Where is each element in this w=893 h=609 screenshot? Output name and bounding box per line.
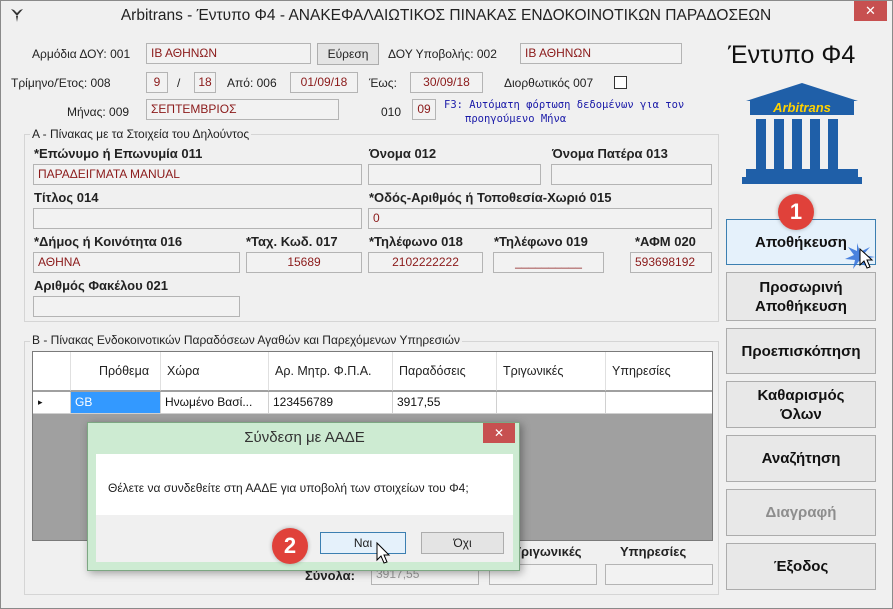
code010-label: 010 bbox=[381, 105, 402, 119]
first-name-field[interactable] bbox=[368, 164, 541, 185]
row-vat-cell[interactable]: 123456789 bbox=[269, 392, 393, 414]
street-label: *Οδός-Αριθμός ή Τοποθεσία-Χωριό 015 bbox=[369, 190, 612, 205]
code010-field[interactable]: 09 bbox=[412, 99, 436, 120]
afm-field[interactable]: 593698192 bbox=[630, 252, 712, 273]
exit-button[interactable]: Έξοδος bbox=[726, 543, 876, 590]
row-prefix-cell[interactable]: GB bbox=[71, 392, 161, 414]
doy-submit-label: ΔΟΥ Υποβολής: 002 bbox=[388, 47, 497, 61]
father-name-field[interactable] bbox=[551, 164, 712, 185]
step-marker-1: 1 bbox=[778, 194, 814, 230]
autoload-hint: F3: Αυτόματη φόρτωση δεδομένων για τον π… bbox=[444, 98, 684, 126]
autoload-hint-line1: F3: Αυτόματη φόρτωση δεδομένων για τον bbox=[444, 99, 685, 111]
folder-field[interactable] bbox=[33, 296, 240, 317]
phone-field[interactable]: 2102222222 bbox=[368, 252, 483, 273]
zip-label: *Ταχ. Κωδ. 017 bbox=[246, 234, 338, 249]
save-button-label: Αποθήκευση bbox=[755, 233, 847, 251]
search-doy-button[interactable]: Εύρεση bbox=[317, 43, 379, 65]
phone-label: *Τηλέφωνο 018 bbox=[369, 234, 463, 249]
temp-save-line2: Αποθήκευση bbox=[755, 297, 847, 315]
step-marker-2: 2 bbox=[272, 528, 308, 564]
section-a-title: Α - Πίνακας με τα Στοιχεία του Δηλούντος bbox=[30, 127, 252, 141]
mouse-cursor-icon bbox=[375, 541, 393, 565]
name-field[interactable]: ΠΑΡΑΔΕΙΓΜΑΤΑ MANUAL bbox=[33, 164, 362, 185]
corrective-checkbox[interactable] bbox=[614, 76, 627, 89]
dialog-close-button[interactable]: ✕ bbox=[483, 423, 515, 443]
preview-button-label: Προεπισκόπηση bbox=[741, 342, 861, 360]
temp-save-line1: Προσωρινή bbox=[759, 278, 843, 296]
clear-all-line2: Όλων bbox=[780, 405, 822, 423]
row-indicator-icon[interactable]: ▸ bbox=[33, 392, 71, 414]
title-bar: Arbitrans - Έντυπο Φ4 - ΑΝΑΚΕΦΑΛΑΙΩΤΙΚΟΣ… bbox=[1, 1, 892, 35]
doy-field[interactable]: ΙΒ ΑΘΗΝΩΝ bbox=[146, 43, 311, 64]
row-services-cell[interactable] bbox=[606, 392, 712, 414]
col-header-services[interactable]: Υπηρεσίες bbox=[606, 352, 712, 391]
name-label: *Επώνυμο ή Επωνυμία 011 bbox=[34, 146, 203, 161]
corrective-label: Διορθωτικός 007 bbox=[504, 76, 594, 90]
quarter-label: Τρίμηνο/Έτος: 008 bbox=[11, 76, 111, 90]
logo-text: Arbitrans bbox=[773, 100, 831, 115]
autoload-hint-line2: προηγούμενο Μήνα bbox=[465, 113, 567, 125]
col-header-prefix[interactable]: Πρόθεμα bbox=[71, 352, 161, 391]
doy-submit-field[interactable]: ΙΒ ΑΘΗΝΩΝ bbox=[520, 43, 682, 64]
totals-services-field bbox=[605, 564, 713, 585]
to-label: Έως: bbox=[369, 76, 397, 90]
row-triangular-cell[interactable] bbox=[497, 392, 606, 414]
search-button-label: Αναζήτηση bbox=[761, 450, 841, 467]
dialog-body: Θέλετε να συνδεθείτε στη ΑΑΔΕ για υποβολ… bbox=[96, 454, 513, 515]
search-button[interactable]: Αναζήτηση bbox=[726, 435, 876, 482]
main-window: Arbitrans - Έντυπο Φ4 - ΑΝΑΚΕΦΑΛΑΙΩΤΙΚΟΣ… bbox=[0, 0, 893, 609]
grid-corner bbox=[33, 352, 71, 391]
arbitrans-logo: Arbitrans bbox=[742, 81, 862, 185]
delete-button: Διαγραφή bbox=[726, 489, 876, 536]
phone2-label: *Τηλέφωνο 019 bbox=[494, 234, 588, 249]
street-field[interactable]: 0 bbox=[368, 208, 712, 229]
city-field[interactable]: ΑΘΗΝΑ bbox=[33, 252, 240, 273]
quarter-field[interactable]: 9 bbox=[146, 72, 168, 93]
totals-services-label: Υπηρεσίες bbox=[620, 544, 687, 559]
click-sparkle-icon bbox=[843, 241, 883, 271]
zip-field[interactable]: 15689 bbox=[246, 252, 362, 273]
phone2-field[interactable]: __________ bbox=[493, 252, 604, 273]
doy-label: Αρμόδια ΔΟΥ: 001 bbox=[32, 47, 131, 61]
app-logo-icon bbox=[9, 7, 25, 23]
dialog-no-button[interactable]: Όχι bbox=[421, 532, 504, 554]
grid-header: Πρόθεμα Χώρα Αρ. Μητρ. Φ.Π.Α. Παραδόσεις… bbox=[33, 352, 712, 391]
dialog-message: Θέλετε να συνδεθείτε στη ΑΑΔΕ για υποβολ… bbox=[108, 481, 469, 495]
exit-button-label: Έξοδος bbox=[773, 558, 829, 575]
title-field[interactable] bbox=[33, 208, 362, 229]
clear-all-button[interactable]: Καθαρισμός Όλων bbox=[726, 381, 876, 428]
year-field[interactable]: 18 bbox=[194, 72, 216, 93]
window-close-button[interactable]: ✕ bbox=[854, 1, 887, 21]
city-label: *Δήμος ή Κοινότητα 016 bbox=[34, 234, 183, 249]
folder-label: Αριθμός Φακέλου 021 bbox=[34, 278, 168, 293]
quarter-slash: / bbox=[177, 76, 181, 90]
col-header-country[interactable]: Χώρα bbox=[161, 352, 269, 391]
window-title: Arbitrans - Έντυπο Φ4 - ΑΝΑΚΕΦΑΛΑΙΩΤΙΚΟΣ… bbox=[120, 7, 772, 24]
col-header-vat[interactable]: Αρ. Μητρ. Φ.Π.Α. bbox=[269, 352, 393, 391]
delete-button-label: Διαγραφή bbox=[765, 504, 837, 521]
from-date-field[interactable]: 01/09/18 bbox=[290, 72, 358, 93]
father-name-label: Όνομα Πατέρα 013 bbox=[552, 146, 668, 161]
preview-button[interactable]: Προεπισκόπηση bbox=[726, 328, 876, 374]
from-label: Από: 006 bbox=[227, 76, 277, 90]
totals-triangular-label: Τριγωνικές bbox=[513, 544, 582, 559]
row-country-cell[interactable]: Ηνωμένο Βασί... bbox=[161, 392, 269, 414]
dialog-title: Σύνδεση με ΑΑΔΕ bbox=[244, 429, 365, 446]
col-header-triangular[interactable]: Τριγωνικές bbox=[497, 352, 606, 391]
dialog-yes-button[interactable]: Ναι bbox=[320, 532, 406, 554]
title-label: Τίτλος 014 bbox=[34, 190, 99, 205]
first-name-label: Όνομα 012 bbox=[369, 146, 437, 161]
row-deliveries-cell[interactable]: 3917,55 bbox=[393, 392, 497, 414]
to-date-field[interactable]: 30/09/18 bbox=[410, 72, 483, 93]
col-header-deliveries[interactable]: Παραδόσεις bbox=[393, 352, 497, 391]
afm-label: *ΑΦΜ 020 bbox=[635, 234, 696, 249]
form-title: Έντυπο Φ4 bbox=[728, 41, 856, 69]
temp-save-button[interactable]: Προσωρινή Αποθήκευση bbox=[726, 272, 876, 321]
clear-all-line1: Καθαρισμός bbox=[757, 386, 845, 404]
month-label: Μήνας: 009 bbox=[67, 105, 130, 119]
section-b-title: Β - Πίνακας Ενδοκοινοτικών Παραδόσεων Αγ… bbox=[30, 333, 463, 347]
month-field[interactable]: ΣΕΠΤΕΜΒΡΙΟΣ bbox=[146, 99, 339, 120]
